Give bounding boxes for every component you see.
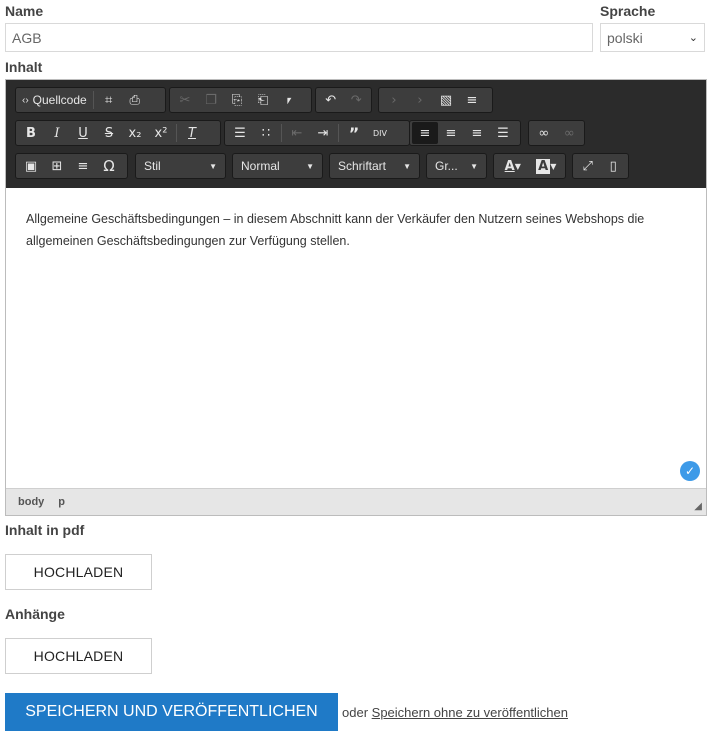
print-icon[interactable]: ⎙ (122, 89, 148, 111)
toolbar-group-clipboard: ✂ ❐ ⎘ ⎗ ⎖ (169, 87, 312, 113)
unlink-icon[interactable]: ∞ (557, 122, 583, 144)
editor-toolbar: ‹› Quellcode ⌗ ⎙ ✂ ❐ ⎘ ⎗ ⎖ ↶ ↷ › › ▧ ≡ B… (6, 80, 706, 188)
path-element-p[interactable]: p (58, 496, 65, 508)
size-combo-label: Gr... (435, 159, 458, 173)
toolbar-group-basic-styles: B I U S x₂ x² T (15, 120, 221, 146)
align-center-icon[interactable]: ≡ (438, 122, 464, 144)
copy-icon[interactable]: ❐ (198, 89, 224, 111)
editor-content[interactable]: Allgemeine Geschäftsbedingungen – in die… (26, 208, 686, 252)
italic-icon[interactable]: I (44, 122, 70, 144)
source-button[interactable]: ‹› Quellcode (18, 89, 91, 111)
style-combo-label: Stil (144, 159, 161, 173)
caret-down-icon: ▼ (306, 161, 314, 171)
maximize-icon[interactable]: ⤢ (575, 155, 601, 177)
paste-icon[interactable]: ⎘ (224, 89, 250, 111)
numbered-list-icon[interactable]: ☰ (227, 122, 253, 144)
caret-down-icon: ▼ (209, 161, 217, 171)
redo-icon[interactable]: ↷ (344, 89, 370, 111)
font-combo-label: Schriftart (338, 159, 387, 173)
resize-handle-icon[interactable]: ◢ (694, 501, 702, 512)
or-text: oder (342, 705, 369, 720)
indent-icon[interactable]: ⇥ (310, 122, 336, 144)
cut-icon[interactable]: ✂ (172, 89, 198, 111)
show-blocks-icon[interactable]: ▯ (601, 155, 627, 177)
save-without-publish-link[interactable]: Speichern ohne zu veröffentlichen (372, 705, 568, 720)
toolbar-group-align: ≡ ≡ ≡ ☰ (409, 120, 521, 146)
underline-icon[interactable]: U (70, 122, 96, 144)
toolbar-group-insert: ▣ ⊞ ≡ Ω (15, 153, 128, 179)
caret-down-icon: ▼ (470, 161, 478, 171)
name-input[interactable]: AGB (5, 23, 593, 52)
table-icon[interactable]: ⊞ (44, 155, 70, 177)
content-label: Inhalt (5, 59, 43, 75)
footer-actions: oder Speichern ohne zu veröffentlichen (342, 705, 568, 720)
paste-text-icon[interactable]: ⎗ (250, 89, 276, 111)
bold-icon[interactable]: B (18, 122, 44, 144)
chevron-down-icon: ⌄ (688, 32, 698, 44)
replace-icon[interactable]: › (407, 89, 433, 111)
upload-pdf-button[interactable]: HOCHLADEN (5, 554, 152, 590)
attachments-label: Anhänge (5, 606, 65, 622)
bulleted-list-icon[interactable]: ∷ (253, 122, 279, 144)
toolbar-group-colors: A ▼ A ▼ (493, 153, 566, 179)
subscript-icon[interactable]: x₂ (122, 122, 148, 144)
format-combo[interactable]: Normal ▼ (232, 153, 323, 179)
source-icon: ‹› (22, 94, 29, 106)
find-icon[interactable]: › (381, 89, 407, 111)
text-color-icon[interactable]: A ▼ (496, 155, 530, 177)
toolbar-group-tools: ⤢ ▯ (572, 153, 629, 179)
source-button-label: Quellcode (32, 93, 87, 107)
undo-icon[interactable]: ↶ (318, 89, 344, 111)
font-combo[interactable]: Schriftart ▼ (329, 153, 420, 179)
outdent-icon[interactable]: ⇤ (284, 122, 310, 144)
editor-status-bar: body p (6, 488, 706, 515)
pdf-content-label: Inhalt in pdf (5, 522, 85, 538)
blockquote-icon[interactable]: ” (341, 122, 367, 144)
superscript-icon[interactable]: x² (148, 122, 174, 144)
horizontal-line-icon[interactable]: ≡ (70, 155, 96, 177)
paste-word-icon[interactable]: ⎖ (276, 89, 302, 111)
toolbar-group-find: › › ▧ ≡ (378, 87, 493, 113)
language-select-value: polski (607, 29, 643, 46)
preview-icon[interactable]: ⌗ (96, 89, 122, 111)
toolbar-group-links: ∞ ∞ (528, 120, 585, 146)
special-char-icon[interactable]: Ω (96, 155, 122, 177)
upload-attachments-button[interactable]: HOCHLADEN (5, 638, 152, 674)
save-publish-button[interactable]: SPEICHERN UND VERÖFFENTLICHEN (5, 693, 338, 731)
spellcheck-icon[interactable]: ≡ (459, 89, 485, 111)
background-color-icon[interactable]: A ▼ (530, 155, 564, 177)
format-combo-label: Normal (241, 159, 280, 173)
toolbar-group-document: ‹› Quellcode ⌗ ⎙ (15, 87, 166, 113)
language-label: Sprache (600, 3, 656, 19)
align-left-icon[interactable]: ≡ (412, 122, 438, 144)
spellcheck-status-icon[interactable]: ✓ (680, 461, 700, 481)
div-container-icon[interactable]: DIV (367, 122, 393, 144)
size-combo[interactable]: Gr... ▼ (426, 153, 487, 179)
remove-format-icon[interactable]: T (179, 122, 205, 144)
select-all-icon[interactable]: ▧ (433, 89, 459, 111)
path-element-body[interactable]: body (18, 496, 44, 508)
language-select[interactable]: polski ⌄ (600, 23, 705, 52)
caret-down-icon: ▼ (403, 161, 411, 171)
align-right-icon[interactable]: ≡ (464, 122, 490, 144)
align-justify-icon[interactable]: ☰ (490, 122, 516, 144)
link-icon[interactable]: ∞ (531, 122, 557, 144)
image-icon[interactable]: ▣ (18, 155, 44, 177)
style-combo[interactable]: Stil ▼ (135, 153, 226, 179)
rich-text-editor: ‹› Quellcode ⌗ ⎙ ✂ ❐ ⎘ ⎗ ⎖ ↶ ↷ › › ▧ ≡ B… (5, 79, 707, 516)
toolbar-group-undo: ↶ ↷ (315, 87, 372, 113)
name-label: Name (5, 3, 44, 19)
strikethrough-icon[interactable]: S (96, 122, 122, 144)
toolbar-group-paragraph: ☰ ∷ ⇤ ⇥ ” DIV (224, 120, 410, 146)
